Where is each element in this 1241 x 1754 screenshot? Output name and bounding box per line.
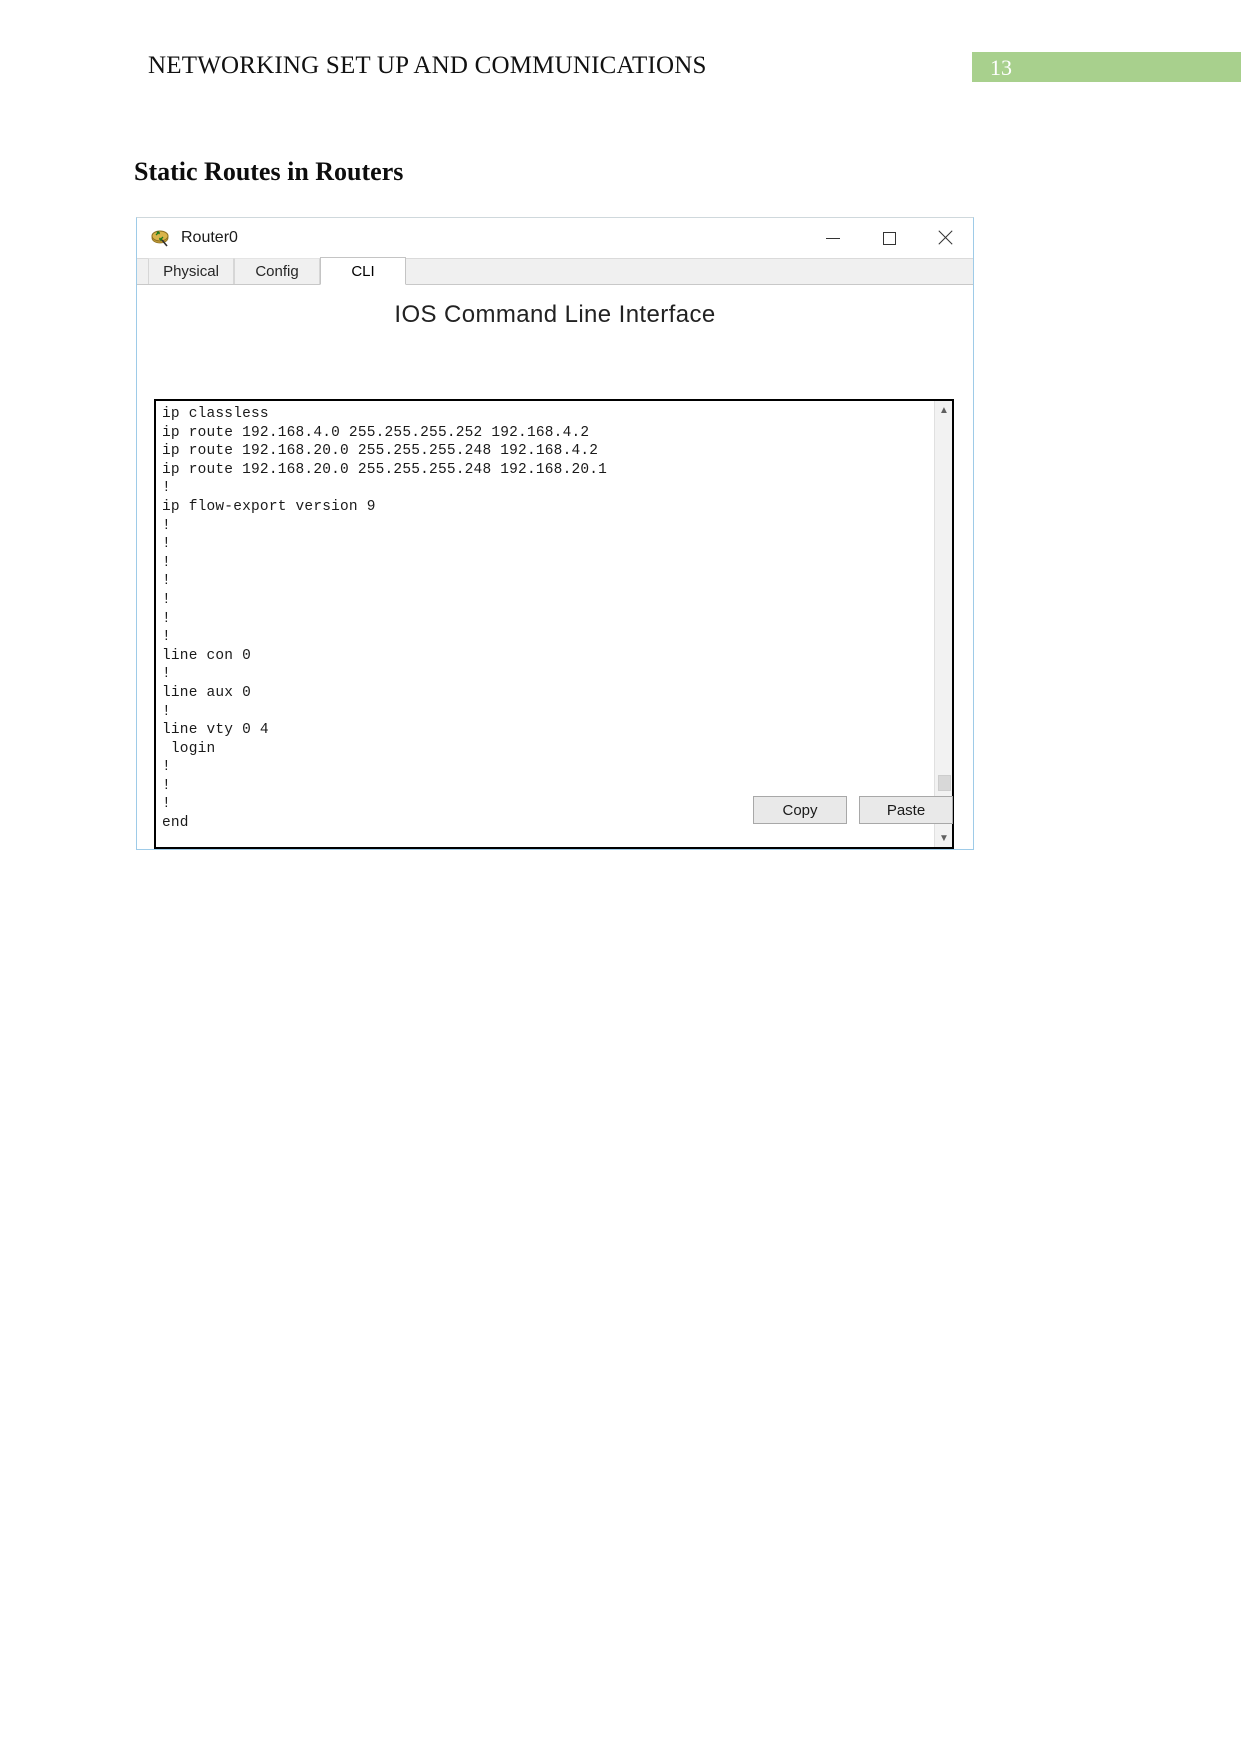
window-controls xyxy=(805,218,973,258)
scroll-up-icon[interactable]: ▲ xyxy=(935,401,952,419)
copy-button[interactable]: Copy xyxy=(753,796,847,824)
tab-physical-label: Physical xyxy=(163,263,219,280)
console-text: ip classless ip route 192.168.4.0 255.25… xyxy=(162,406,608,832)
scrollbar-thumb[interactable] xyxy=(938,775,951,791)
console-output[interactable]: ip classless ip route 192.168.4.0 255.25… xyxy=(154,399,954,849)
tab-cli-label: CLI xyxy=(351,262,375,280)
paste-button[interactable]: Paste xyxy=(859,796,953,824)
minimize-button[interactable] xyxy=(805,218,861,258)
maximize-button[interactable] xyxy=(861,218,917,258)
close-button[interactable] xyxy=(917,218,973,258)
page-number-text: 13 xyxy=(990,55,1012,80)
router-icon xyxy=(149,227,171,249)
close-icon xyxy=(937,230,953,246)
console-scrollbar[interactable]: ▲ ▼ xyxy=(934,401,952,847)
maximize-icon xyxy=(882,231,896,245)
window-titlebar: Router0 xyxy=(137,218,973,258)
router-config-window: Router0 Physical Config CLI IOS Command … xyxy=(136,217,974,850)
document-header: NETWORKING SET UP AND COMMUNICATIONS 13 xyxy=(0,0,1241,110)
section-heading: Static Routes in Routers xyxy=(134,157,404,186)
window-title: Router0 xyxy=(181,229,238,246)
minimize-icon xyxy=(826,237,840,239)
paste-button-label: Paste xyxy=(886,801,926,819)
cli-heading: IOS Command Line Interface xyxy=(394,301,716,328)
tab-cli[interactable]: CLI xyxy=(320,257,406,285)
scroll-down-icon[interactable]: ▼ xyxy=(935,829,952,847)
tab-physical[interactable]: Physical xyxy=(148,258,234,284)
page-title: NETWORKING SET UP AND COMMUNICATIONS xyxy=(148,52,707,79)
page-number-badge: 13 xyxy=(972,52,1241,82)
copy-button-label: Copy xyxy=(782,801,818,819)
tab-config-label: Config xyxy=(255,263,299,280)
tab-config[interactable]: Config xyxy=(234,258,320,284)
cli-pane: IOS Command Line Interface ip classless … xyxy=(137,285,973,849)
tabstrip: Physical Config CLI xyxy=(137,257,973,285)
console-actions: Copy Paste xyxy=(753,796,953,824)
